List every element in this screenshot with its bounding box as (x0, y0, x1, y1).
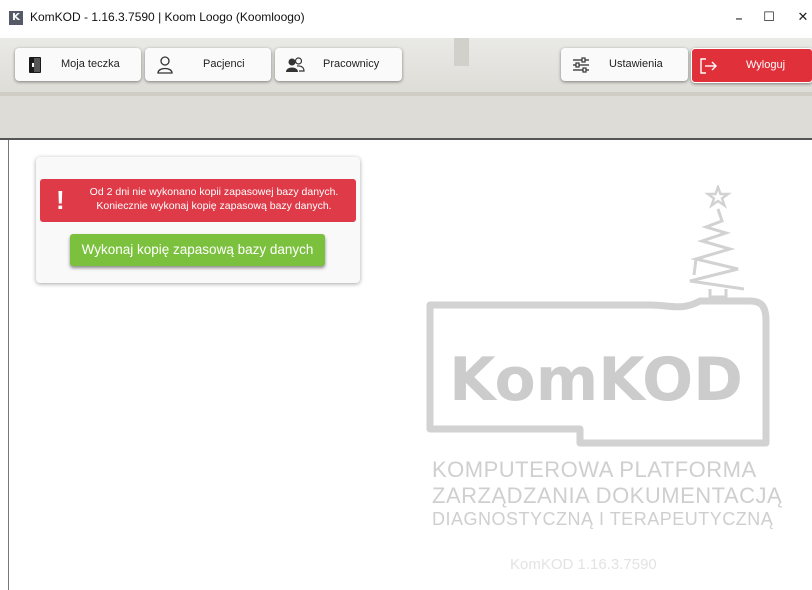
app-icon: K (9, 11, 23, 25)
toolbar-divider (454, 38, 469, 66)
title-bar: K KomKOD - 1.16.3.7590 | Koom Loogo (Koo… (0, 0, 812, 38)
my-folder-button[interactable]: Moja teczka (15, 48, 141, 81)
logout-icon (700, 58, 717, 74)
settings-button[interactable]: Ustawienia (561, 48, 688, 81)
secondary-toolbar (0, 96, 812, 140)
my-folder-label: Moja teczka (61, 58, 120, 70)
window-title: KomKOD - 1.16.3.7590 | Koom Loogo (Kooml… (30, 10, 305, 24)
run-backup-button[interactable]: Wykonaj kopię zapasową bazy danych (70, 234, 325, 266)
minimize-button[interactable]: – (724, 6, 754, 30)
star-icon (704, 185, 732, 209)
patients-button[interactable]: Pacjenci (145, 48, 271, 81)
folder-icon (29, 57, 41, 73)
people-icon (286, 57, 305, 72)
settings-label: Ustawienia (609, 58, 663, 70)
watermark-line-1: KOMPUTEROWA PLATFORMA (432, 457, 757, 482)
close-button[interactable]: ✕ (788, 6, 812, 30)
tree-icon (689, 208, 745, 299)
logout-button[interactable]: Wyloguj (691, 48, 812, 83)
watermark-line-2: ZARZĄDZANIA DOKUMENTACJĄ (432, 483, 783, 508)
watermark-version: KomKOD 1.16.3.7590 (510, 556, 657, 573)
komkod-logo-watermark: KomKOD (426, 185, 770, 447)
alert-message: Od 2 dni nie wykonano kopii zapasowej ba… (76, 185, 352, 213)
logout-label: Wyloguj (746, 59, 786, 71)
backup-alert: ! Od 2 dni nie wykonano kopii zapasowej … (40, 179, 356, 222)
alert-line-1: Od 2 dni nie wykonano kopii zapasowej ba… (89, 186, 339, 198)
patients-label: Pacjenci (203, 58, 245, 70)
watermark-line-3: DIAGNOSTYCZNĄ I TERAPEUTYCZNĄ (432, 509, 774, 529)
alert-line-2: Koniecznie wykonaj kopię zapasową bazy d… (96, 200, 332, 212)
logo-text: KomKOD (449, 345, 743, 415)
employees-button[interactable]: Pracownicy (275, 48, 402, 81)
sliders-icon (573, 57, 589, 73)
person-icon (157, 56, 173, 74)
employees-label: Pracownicy (323, 58, 380, 70)
maximize-button[interactable]: ☐ (754, 6, 784, 30)
exclamation-icon: ! (56, 185, 65, 215)
